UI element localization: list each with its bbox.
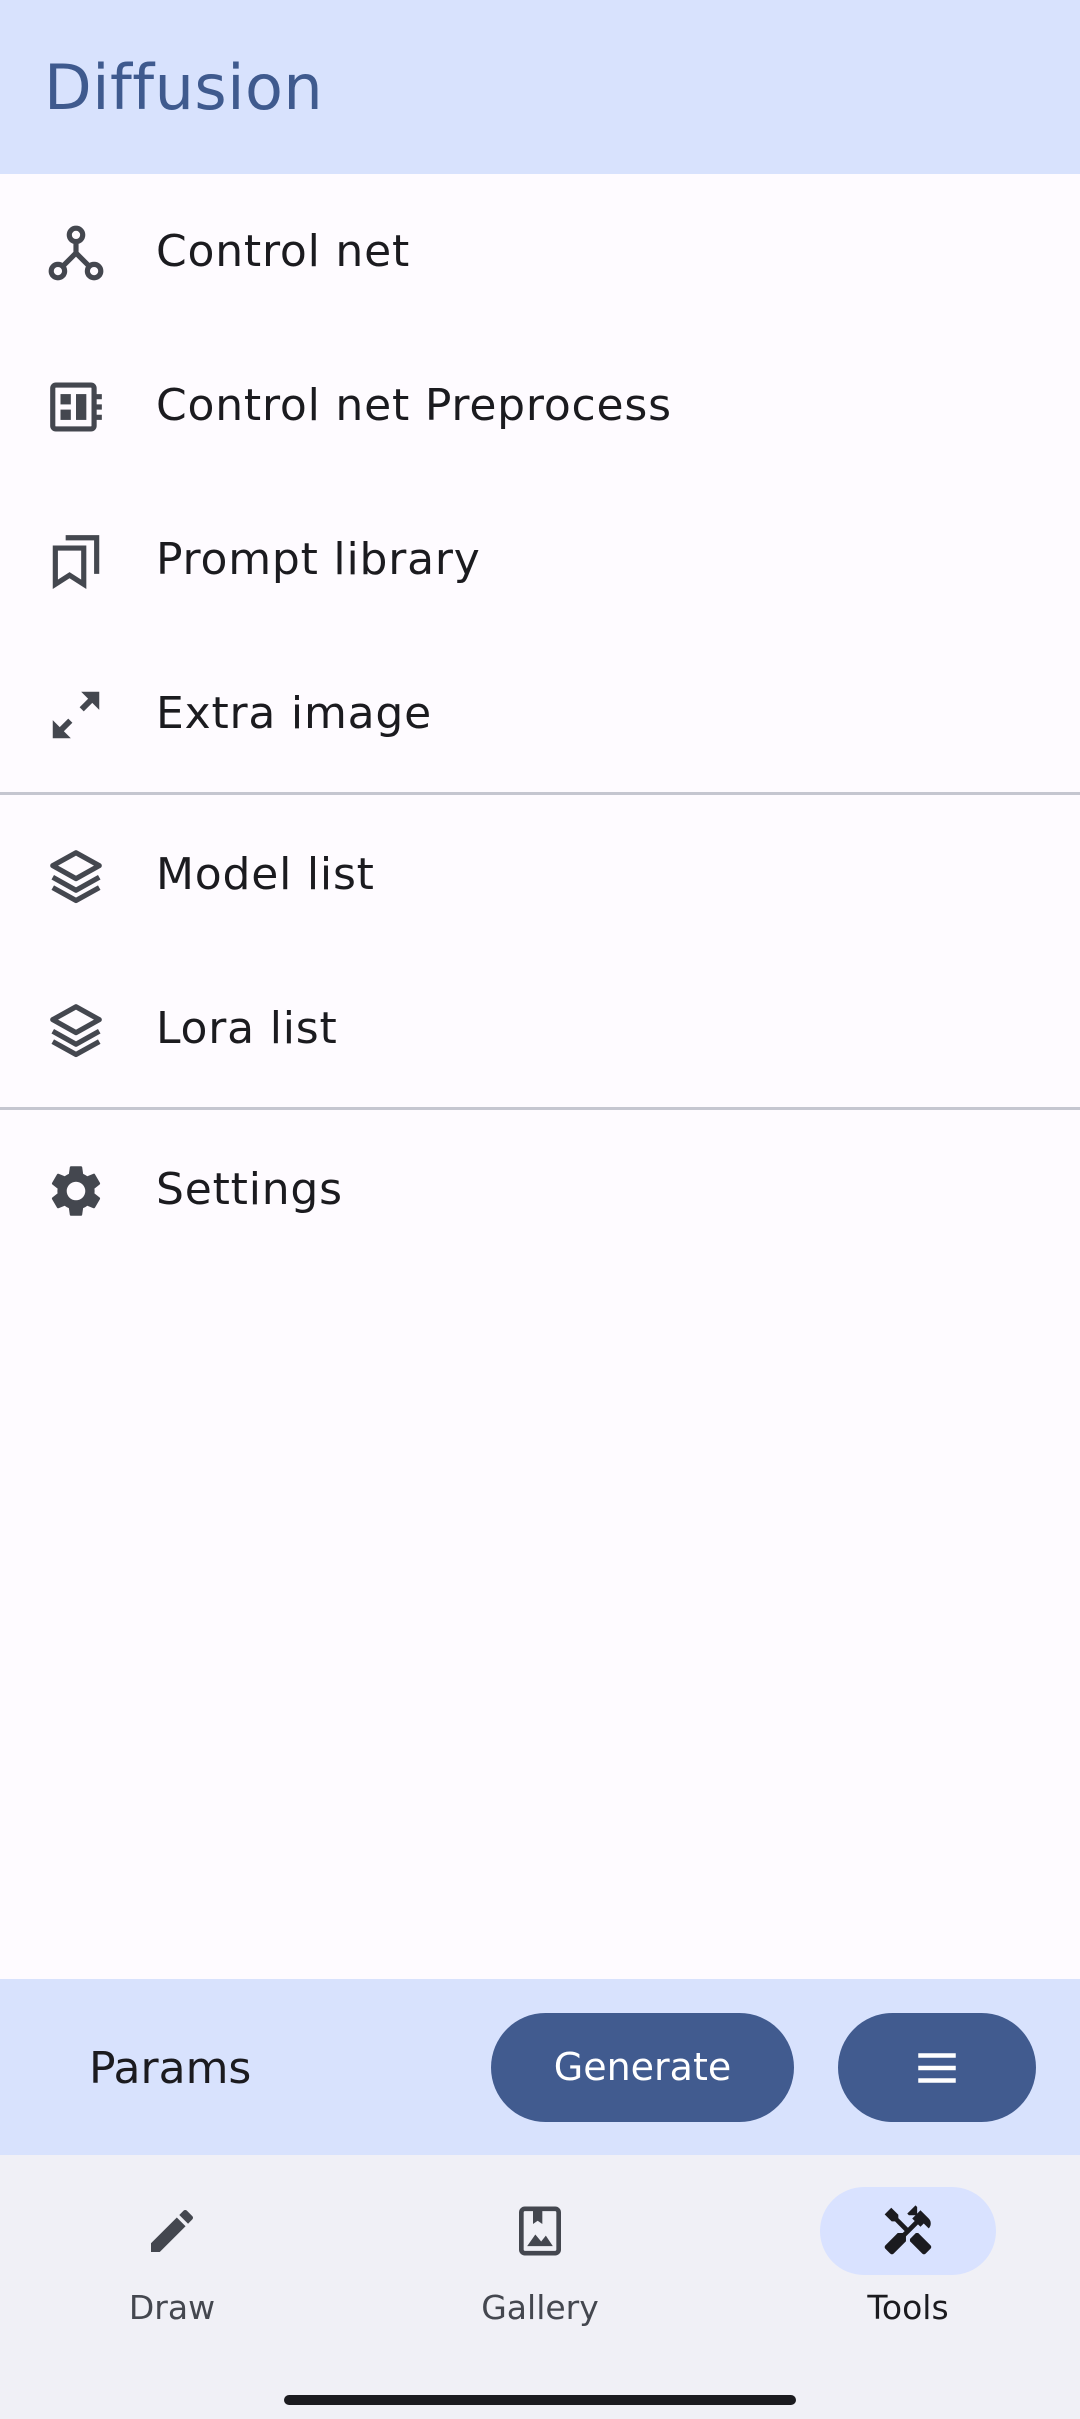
app-bar: Diffusion xyxy=(0,0,1080,174)
hamburger-menu-icon xyxy=(918,2053,956,2083)
tools-icon xyxy=(884,2205,932,2255)
menu-item-label: Settings xyxy=(156,1164,343,1215)
menu-item-control-net[interactable]: Control net xyxy=(0,174,1080,328)
nav-label: Gallery xyxy=(481,2288,599,2327)
bottom-action-bar: Params Generate xyxy=(0,1979,1080,2155)
bookmarks-icon xyxy=(45,530,107,592)
menu-item-settings[interactable]: Settings xyxy=(0,1112,1080,1266)
menu-item-lora-list[interactable]: Lora list xyxy=(0,951,1080,1105)
nav-item-gallery[interactable]: Gallery xyxy=(420,2187,660,2337)
bottom-navigation: Draw Gallery Tools xyxy=(0,2155,1080,2419)
tools-menu: Control net Control net Preprocess Promp… xyxy=(0,174,1080,1266)
pencil-icon xyxy=(151,2209,194,2252)
menu-item-label: Control net xyxy=(156,226,411,277)
graph-nodes-icon xyxy=(45,222,107,284)
layers-icon xyxy=(45,845,107,907)
nav-item-tools[interactable]: Tools xyxy=(788,2187,1028,2337)
dashboard-chip-icon xyxy=(45,376,107,438)
menu-divider xyxy=(0,1107,1080,1110)
menu-item-prompt-library[interactable]: Prompt library xyxy=(0,482,1080,636)
params-button[interactable]: Params xyxy=(89,2041,251,2097)
menu-button[interactable] xyxy=(838,2013,1036,2122)
menu-item-label: Extra image xyxy=(156,688,432,739)
generate-button[interactable]: Generate xyxy=(491,2013,794,2122)
app-title: Diffusion xyxy=(44,51,324,124)
layers-icon xyxy=(45,999,107,1061)
menu-divider xyxy=(0,792,1080,795)
menu-item-extra-image[interactable]: Extra image xyxy=(0,636,1080,790)
nav-icon-container-active xyxy=(820,2187,996,2275)
menu-item-control-net-preprocess[interactable]: Control net Preprocess xyxy=(0,328,1080,482)
nav-item-draw[interactable]: Draw xyxy=(52,2187,292,2337)
expand-arrows-icon xyxy=(45,684,107,746)
gear-icon xyxy=(45,1160,107,1222)
nav-icon-container xyxy=(452,2187,628,2275)
nav-label: Tools xyxy=(867,2288,949,2327)
photo-bookmark-icon xyxy=(519,2206,561,2256)
nav-icon-container xyxy=(84,2187,260,2275)
menu-item-label: Model list xyxy=(156,849,375,900)
nav-label: Draw xyxy=(128,2288,216,2327)
menu-item-label: Control net Preprocess xyxy=(156,380,672,431)
gesture-navigation-bar[interactable] xyxy=(284,2395,796,2405)
menu-item-model-list[interactable]: Model list xyxy=(0,797,1080,951)
menu-item-label: Prompt library xyxy=(156,534,481,585)
menu-item-label: Lora list xyxy=(156,1003,338,1054)
